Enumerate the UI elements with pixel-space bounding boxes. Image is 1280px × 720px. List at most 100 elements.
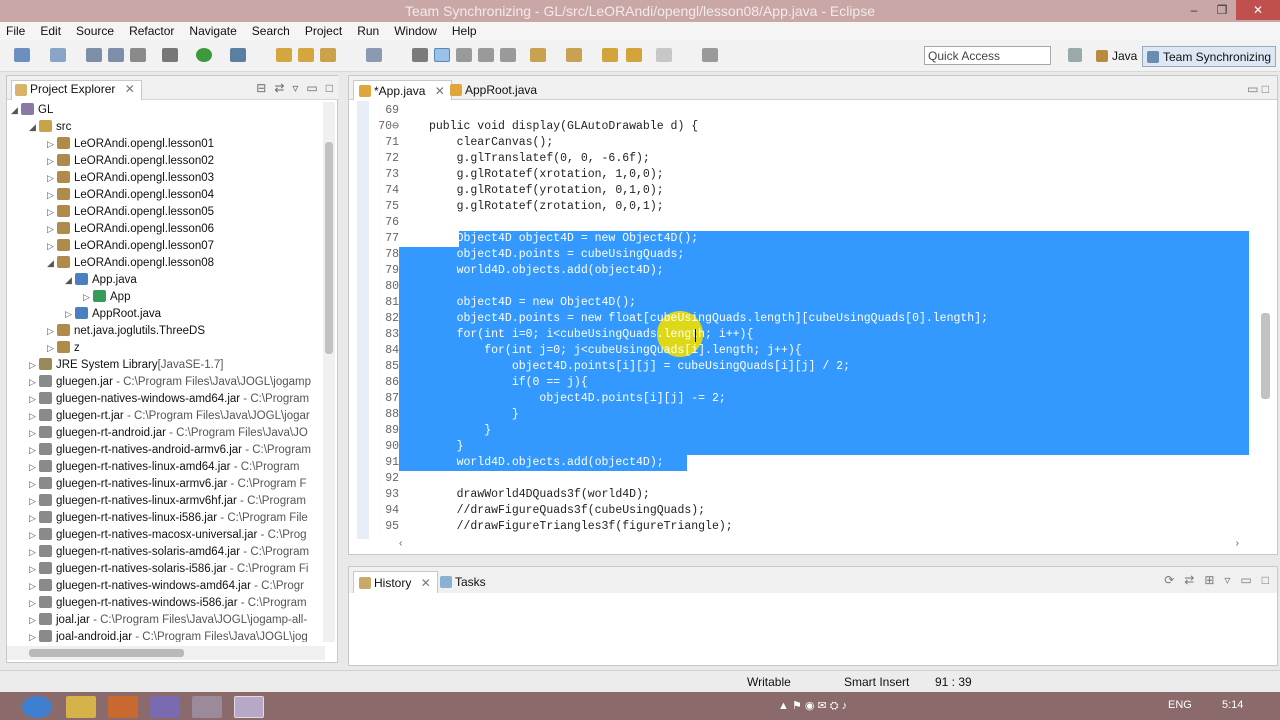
code-line[interactable]: 79 world4D.objects.add(object4D); <box>357 263 1247 279</box>
toggle-mark-icon[interactable] <box>412 48 428 62</box>
tree-item[interactable]: ◢ App.java <box>65 272 137 289</box>
expand-arrow-icon[interactable]: ▷ <box>47 153 57 170</box>
save-all-icon[interactable] <box>108 48 124 62</box>
expand-arrow-icon[interactable]: ▷ <box>29 510 39 527</box>
open-task-icon[interactable] <box>298 48 314 62</box>
expand-arrow-icon[interactable]: ▷ <box>29 629 39 642</box>
expand-arrow-icon[interactable]: ▷ <box>47 238 57 255</box>
editor-view-controls[interactable]: ▭ □ <box>1247 82 1269 96</box>
tree-item[interactable]: ▷ LeORAndi.opengl.lesson04 <box>47 187 214 204</box>
project-explorer-tab[interactable]: Project Explorer ✕ <box>11 80 142 100</box>
code-line[interactable]: 80 <box>357 279 1247 295</box>
maximize-view-icon[interactable]: □ <box>326 81 333 95</box>
code-line[interactable]: 82 object4D.points = new float[cubeUsing… <box>357 311 1247 327</box>
tree-item[interactable]: ▷ joal-android.jar - C:\Program Files\Jav… <box>29 629 308 642</box>
expand-arrow-icon[interactable]: ▷ <box>47 221 57 238</box>
close-button[interactable]: ✕ <box>1236 0 1280 20</box>
run-icon[interactable] <box>196 48 212 62</box>
tree-item[interactable]: ▷ gluegen-rt-natives-solaris-amd64.jar - … <box>29 544 309 561</box>
pin-editor-icon[interactable] <box>702 48 718 62</box>
explorer-horizontal-scrollbar[interactable] <box>7 646 325 660</box>
tree-item[interactable]: ▷ gluegen-rt-natives-android-armv6.jar - … <box>29 442 311 459</box>
code-line[interactable]: 93 drawWorld4DQuads3f(world4D); <box>357 487 1247 503</box>
tree-item[interactable]: ◢ LeORAndi.opengl.lesson08 <box>47 255 214 272</box>
highlight-icon[interactable] <box>434 48 450 62</box>
expand-arrow-icon[interactable]: ▷ <box>83 289 93 306</box>
expand-arrow-icon[interactable]: ▷ <box>29 476 39 493</box>
external-tools-icon[interactable] <box>230 48 246 62</box>
tab-approot-java[interactable]: AppRoot.java <box>445 80 543 100</box>
code-line[interactable]: 75 g.glRotatef(zrotation, 0,0,1); <box>357 199 1247 215</box>
tree-item[interactable]: ▷ JRE System Library[JavaSE-1.7] <box>29 357 223 374</box>
close-tab-icon[interactable]: ✕ <box>421 576 431 590</box>
expand-arrow-icon[interactable]: ◢ <box>47 255 57 272</box>
eclipse-icon[interactable] <box>234 696 264 718</box>
editor-vertical-scrollbar[interactable] <box>1259 101 1271 541</box>
expand-arrow-icon[interactable]: ◢ <box>29 119 39 136</box>
search-icon[interactable] <box>320 48 336 62</box>
forward-icon[interactable] <box>626 48 642 62</box>
code-line[interactable]: 70⊖ public void display(GLAutoDrawable d)… <box>357 119 1247 135</box>
perspective-team-synchronizing[interactable]: Team Synchronizing <box>1142 46 1277 67</box>
tab-tasks[interactable]: Tasks <box>435 571 492 593</box>
tree-item[interactable]: ▷ gluegen-rt-natives-windows-amd64.jar - … <box>29 578 304 595</box>
expand-arrow-icon[interactable]: ▷ <box>47 340 57 357</box>
expand-arrow-icon[interactable]: ▷ <box>47 170 57 187</box>
expand-arrow-icon[interactable]: ▷ <box>29 493 39 510</box>
block-select-icon[interactable] <box>456 48 472 62</box>
view-menu-icon[interactable]: ▿ <box>292 81 298 95</box>
code-line[interactable]: 86 if(0 == j){ <box>357 375 1247 391</box>
menu-navigate[interactable]: Navigate <box>189 24 236 38</box>
code-line[interactable]: 90 } <box>357 439 1247 455</box>
open-perspective-icon[interactable] <box>1068 48 1082 62</box>
link-editor-icon[interactable]: ⇄ <box>274 81 284 95</box>
tree-item[interactable]: ▷ gluegen-rt-android.jar - C:\Program Fil… <box>29 425 308 442</box>
menu-run[interactable]: Run <box>357 24 379 38</box>
new-icon[interactable] <box>14 48 30 62</box>
expand-arrow-icon[interactable]: ▷ <box>47 204 57 221</box>
tree-item[interactable]: ▷ LeORAndi.opengl.lesson01 <box>47 136 214 153</box>
menu-edit[interactable]: Edit <box>40 24 61 38</box>
whitespace-icon[interactable] <box>478 48 494 62</box>
tree-item[interactable]: ▷ gluegen-rt-natives-linux-armv6.jar - C:… <box>29 476 307 493</box>
tree-item[interactable]: ▷ z <box>47 340 80 357</box>
expand-arrow-icon[interactable]: ▷ <box>29 578 39 595</box>
tree-item[interactable]: ▷ net.java.joglutils.ThreeDS <box>47 323 205 340</box>
expand-arrow-icon[interactable]: ▷ <box>65 306 75 323</box>
menu-project[interactable]: Project <box>305 24 342 38</box>
minimize-view-icon[interactable]: ▭ <box>1240 573 1251 587</box>
expand-arrow-icon[interactable]: ▷ <box>29 408 39 425</box>
refresh-icon[interactable]: ⟳ <box>1164 573 1174 587</box>
code-line[interactable]: 81 object4D = new Object4D(); <box>357 295 1247 311</box>
code-line[interactable]: 95 //drawFigureTriangles3f(figureTriangl… <box>357 519 1247 535</box>
view-menu-icon[interactable]: ▿ <box>1224 573 1230 587</box>
editor-horizontal-scrollbar[interactable]: ‹ › <box>399 538 1239 550</box>
menu-search[interactable]: Search <box>252 24 290 38</box>
tree-item[interactable]: ▷ gluegen.jar - C:\Program Files\Java\JOG… <box>29 374 311 391</box>
print-icon[interactable] <box>130 48 146 62</box>
code-line[interactable]: 76 <box>357 215 1247 231</box>
menu-window[interactable]: Window <box>394 24 437 38</box>
tray-icons[interactable]: ▲ ⚑ ◉ ✉ ⛭ ♪ <box>778 699 847 713</box>
code-line[interactable]: 77 Object4D object4D = new Object4D(); <box>357 231 1247 247</box>
menu-help[interactable]: Help <box>452 24 477 38</box>
expand-arrow-icon[interactable]: ▷ <box>47 136 57 153</box>
tree-item[interactable]: ▷ gluegen-rt-natives-solaris-i586.jar - C… <box>29 561 308 578</box>
maximize-view-icon[interactable]: □ <box>1262 573 1269 587</box>
next-annotation-icon[interactable] <box>530 48 546 62</box>
menu-refactor[interactable]: Refactor <box>129 24 174 38</box>
expand-arrow-icon[interactable]: ▷ <box>29 595 39 612</box>
tree-item[interactable]: ▷ AppRoot.java <box>65 306 161 323</box>
tree-item[interactable]: ▷ LeORAndi.opengl.lesson02 <box>47 153 214 170</box>
code-line[interactable]: 92 <box>357 471 1247 487</box>
menu-source[interactable]: Source <box>76 24 114 38</box>
code-line[interactable]: 87 object4D.points[i][j] -= 2; <box>357 391 1247 407</box>
explorer-vertical-scrollbar[interactable] <box>323 102 335 642</box>
code-line[interactable]: 78 object4D.points = cubeUsingQuads; <box>357 247 1247 263</box>
code-line[interactable]: 83 for(int i=0; i<cubeUsingQuads.length;… <box>357 327 1247 343</box>
firefox-icon[interactable] <box>108 696 138 718</box>
expand-arrow-icon[interactable]: ▷ <box>29 527 39 544</box>
tree-item[interactable]: ▷ joal.jar - C:\Program Files\Java\JOGL\j… <box>29 612 307 629</box>
tree-item[interactable]: ▷ gluegen-rt.jar - C:\Program Files\Java\… <box>29 408 310 425</box>
tree-item[interactable]: ▷ App <box>83 289 130 306</box>
